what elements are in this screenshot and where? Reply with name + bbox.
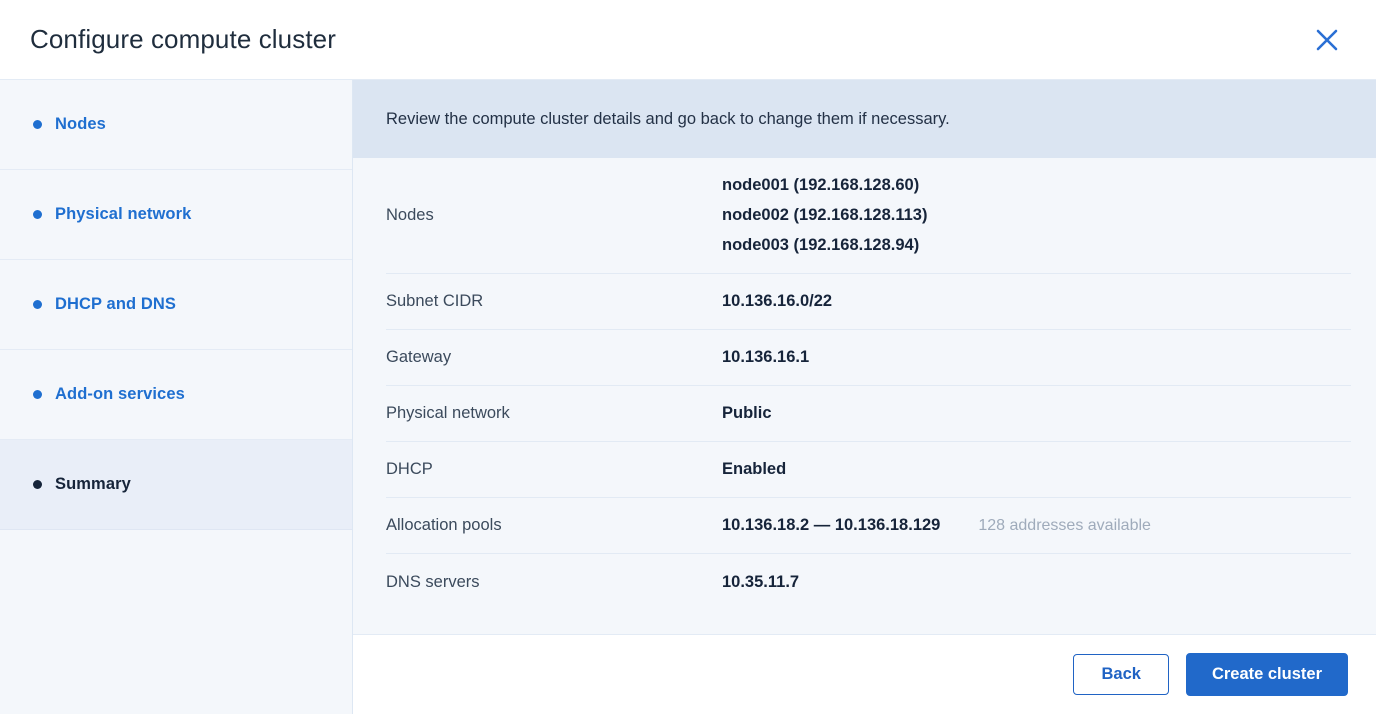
row-value: 10.136.18.2 — 10.136.18.129 128 addresse… <box>722 516 1351 535</box>
sidebar-item-physical-network[interactable]: Physical network <box>0 170 352 260</box>
step-dot-icon <box>33 480 42 489</box>
summary-content: Review the compute cluster details and g… <box>353 80 1376 714</box>
create-cluster-button[interactable]: Create cluster <box>1185 653 1348 696</box>
info-banner-text: Review the compute cluster details and g… <box>386 110 950 128</box>
step-dot-icon <box>33 210 42 219</box>
step-dot-icon <box>33 300 42 309</box>
row-label: Gateway <box>386 348 452 367</box>
dialog-body: Nodes Physical network DHCP and DNS Add-… <box>0 80 1376 714</box>
row-label: DNS servers <box>386 572 480 591</box>
node-entry: node002 (192.168.128.113) <box>722 206 928 225</box>
dialog-header: Configure compute cluster <box>0 0 1376 80</box>
sidebar-item-label: Physical network <box>55 205 192 223</box>
sidebar-item-label: Add-on services <box>55 385 185 403</box>
row-value: node001 (192.168.128.60) node002 (192.16… <box>722 176 1351 255</box>
close-button[interactable] <box>1306 19 1348 61</box>
row-label: Allocation pools <box>386 516 502 535</box>
sidebar-item-dhcp-and-dns[interactable]: DHCP and DNS <box>0 260 352 350</box>
row-value-text: Public <box>722 404 772 423</box>
row-value-text: 10.136.16.1 <box>722 348 810 367</box>
sidebar-item-summary[interactable]: Summary <box>0 440 352 530</box>
row-label: Subnet CIDR <box>386 292 484 311</box>
close-icon <box>1313 26 1341 54</box>
row-label: DHCP <box>386 460 433 479</box>
node-entry: node001 (192.168.128.60) <box>722 176 920 195</box>
row-value: 10.35.11.7 <box>722 573 1351 592</box>
table-row: Physical network Public <box>386 386 1351 443</box>
table-row: Nodes node001 (192.168.128.60) node002 (… <box>386 158 1351 275</box>
sidebar-filler <box>0 530 352 714</box>
row-value: Public <box>722 404 1351 423</box>
row-value: Enabled <box>722 460 1351 479</box>
table-row: DHCP Enabled <box>386 442 1351 499</box>
row-label: Physical network <box>386 404 510 423</box>
table-row: DNS servers 10.35.11.7 <box>386 554 1351 610</box>
step-dot-icon <box>33 120 42 129</box>
table-row: Subnet CIDR 10.136.16.0/22 <box>386 274 1351 331</box>
sidebar-item-nodes[interactable]: Nodes <box>0 80 352 170</box>
row-value-text: 10.136.16.0/22 <box>722 292 833 311</box>
page-title: Configure compute cluster <box>30 24 336 54</box>
row-value-text: 10.136.18.2 — 10.136.18.129 <box>722 516 941 535</box>
row-value: 10.136.16.1 <box>722 348 1351 367</box>
row-value-text: Enabled <box>722 460 787 479</box>
configure-compute-cluster-dialog: Configure compute cluster Nodes Physical… <box>0 0 1376 714</box>
table-row: Gateway 10.136.16.1 <box>386 330 1351 387</box>
row-value-note: 128 addresses available <box>978 516 1151 534</box>
dialog-footer: Back Create cluster <box>353 634 1376 714</box>
row-value-text: 10.35.11.7 <box>722 572 800 591</box>
back-button[interactable]: Back <box>1073 654 1169 695</box>
sidebar-item-label: Summary <box>55 475 131 493</box>
step-dot-icon <box>33 390 42 399</box>
row-label: Nodes <box>386 206 434 225</box>
sidebar-item-add-on-services[interactable]: Add-on services <box>0 350 352 440</box>
table-row: Allocation pools 10.136.18.2 — 10.136.18… <box>386 498 1351 555</box>
sidebar-item-label: DHCP and DNS <box>55 295 176 313</box>
summary-detail-table: Nodes node001 (192.168.128.60) node002 (… <box>353 158 1376 634</box>
wizard-step-sidebar: Nodes Physical network DHCP and DNS Add-… <box>0 80 353 714</box>
node-entry: node003 (192.168.128.94) <box>722 236 920 255</box>
row-value: 10.136.16.0/22 <box>722 292 1351 311</box>
info-banner: Review the compute cluster details and g… <box>353 80 1376 159</box>
sidebar-item-label: Nodes <box>55 115 106 133</box>
